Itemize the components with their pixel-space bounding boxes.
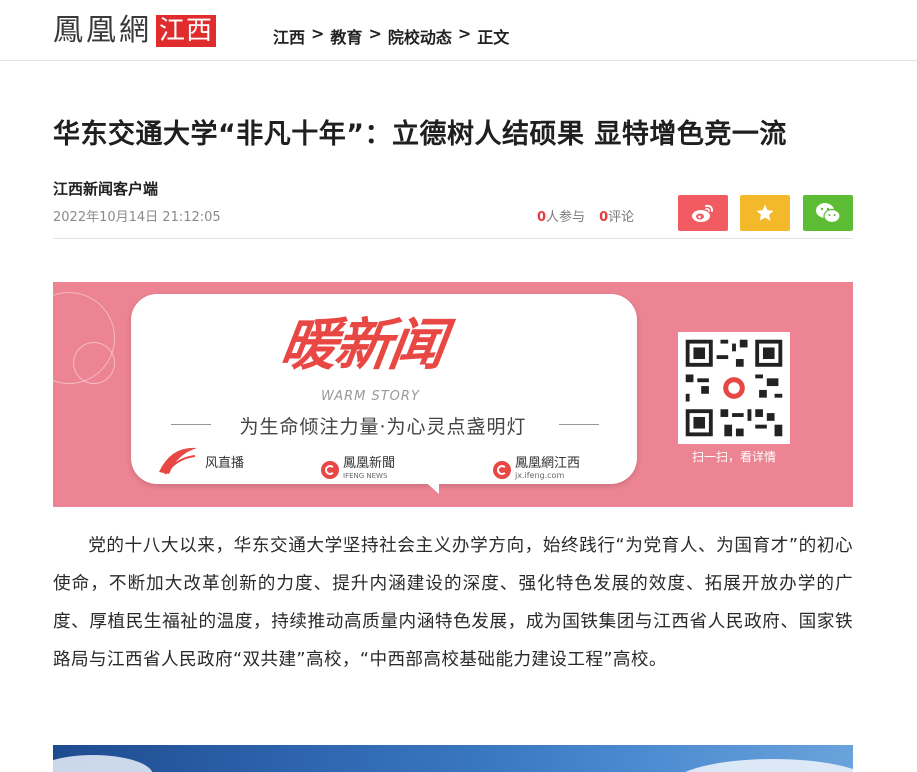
banner-brand-english: WARM STORY: [321, 389, 420, 404]
partner-name: 鳳凰網江西: [515, 456, 581, 471]
logo-main-text: 鳳凰網: [53, 13, 152, 48]
phoenix-logo-icon: [493, 461, 511, 479]
site-header: 鳳凰網 江西 江西 > 教育 > 院校动态 > 正文: [0, 0, 917, 61]
partner-fengzhibo: 风直播: [155, 444, 244, 478]
breadcrumb-separator: >: [311, 24, 325, 43]
partner-name: 鳳凰新聞: [343, 456, 396, 471]
article-stats: 0人参与 0评论: [537, 206, 634, 225]
banner-brand: 暖新闻: [276, 313, 448, 378]
photo-cloud: [673, 759, 853, 772]
partner-ifeng-jiangxi: 鳳凰網江西 jx.ifeng.com: [493, 456, 581, 482]
favorite-button[interactable]: [740, 195, 790, 231]
share-weibo-button[interactable]: [678, 195, 728, 231]
wechat-icon: [816, 203, 841, 224]
breadcrumb-separator: >: [368, 24, 382, 43]
star-icon: [756, 204, 774, 221]
banner-slogan: 为生命倾注力量·为心灵点盏明灯: [239, 416, 527, 438]
participants-stat[interactable]: 0人参与: [537, 206, 585, 225]
qr-code[interactable]: [678, 332, 790, 444]
header-divider: [53, 238, 853, 239]
participants-count: 0: [537, 210, 547, 225]
breadcrumb-item-current: 正文: [477, 28, 510, 47]
comments-stat[interactable]: 0评论: [599, 206, 634, 225]
qr-caption: 扫一扫，看详情: [691, 450, 776, 464]
article-paragraph: 党的十八大以来，华东交通大学坚持社会主义办学方向，始终践行“为党育人、为国育才”…: [53, 536, 853, 670]
photo-cloud: [53, 755, 153, 772]
weibo-icon: [692, 204, 713, 222]
promo-banner[interactable]: 暖新闻 WARM STORY 为生命倾注力量·为心灵点盏明灯 风直播 鳳凰新聞 …: [53, 282, 853, 507]
partner-url: jx.ifeng.com: [515, 471, 565, 480]
breadcrumb-item-school-news[interactable]: 院校动态: [388, 24, 452, 48]
site-logo[interactable]: 鳳凰網 江西: [53, 13, 217, 49]
decor-circle: [73, 342, 115, 384]
article-photo: [53, 745, 853, 772]
partner-name-en: IFENG NEWS: [343, 472, 388, 480]
breadcrumb-separator: >: [457, 24, 472, 43]
breadcrumb-item-education[interactable]: 教育: [330, 24, 362, 48]
qr-code-icon: [678, 332, 790, 444]
comments-count: 0: [599, 210, 609, 225]
partner-name: 风直播: [205, 455, 245, 471]
slogan-line-left: [171, 424, 211, 425]
banner-speech-bubble: 暖新闻 WARM STORY 为生命倾注力量·为心灵点盏明灯 风直播 鳳凰新聞 …: [131, 294, 637, 484]
share-wechat-button[interactable]: [803, 195, 853, 231]
comments-label: 评论: [608, 210, 635, 225]
phoenix-logo-icon: [321, 461, 339, 479]
slogan-line-right: [559, 424, 599, 425]
fengzhibo-logo-icon: [155, 444, 201, 478]
breadcrumb: 江西 > 教育 > 院校动态 > 正文: [273, 24, 509, 48]
logo-channel-text: 江西: [156, 15, 217, 47]
breadcrumb-item-jiangxi[interactable]: 江西: [273, 24, 305, 48]
article-timestamp: 2022年10月14日 21:12:05: [53, 210, 221, 225]
participants-label: 人参与: [546, 210, 586, 225]
bubble-tail: [421, 478, 439, 494]
article-title: 华东交通大学“非凡十年”：立德树人结硕果 显特增色竞一流: [53, 119, 787, 150]
partner-ifeng-news: 鳳凰新聞 IFENG NEWS: [321, 456, 396, 482]
article-source[interactable]: 江西新闻客户端: [53, 178, 158, 199]
